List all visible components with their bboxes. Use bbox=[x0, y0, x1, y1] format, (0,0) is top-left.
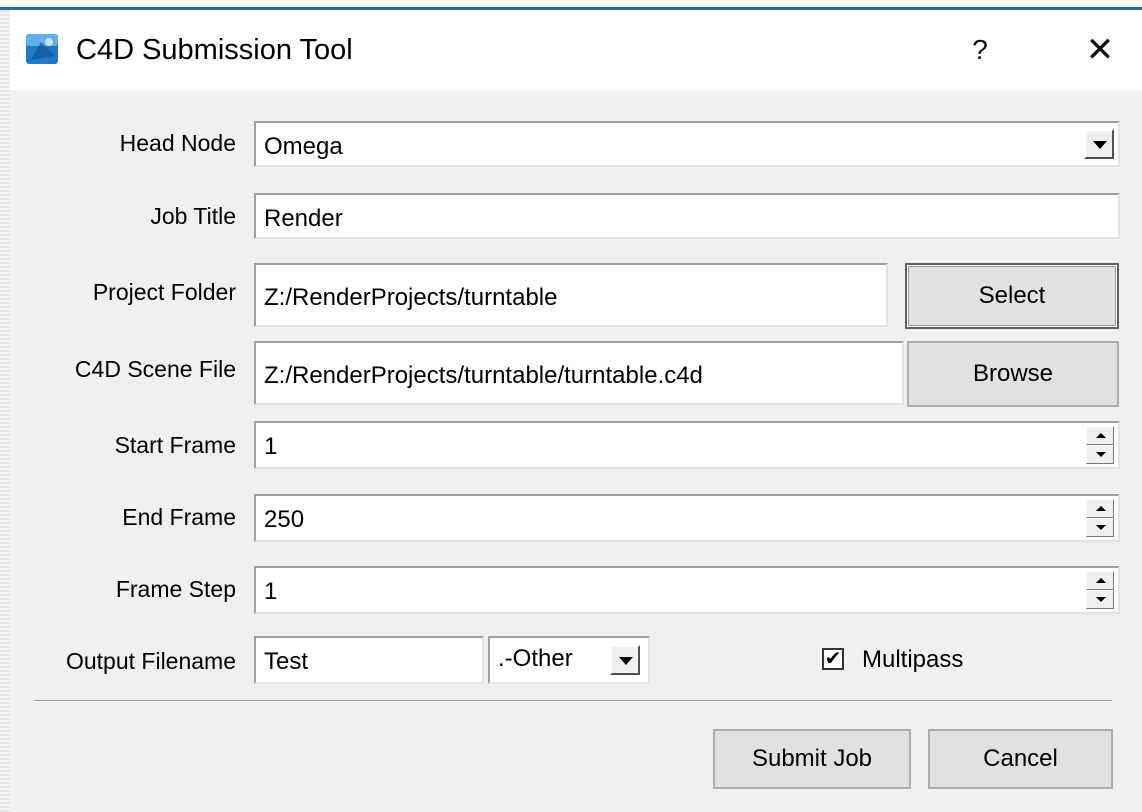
browse-button[interactable]: Browse bbox=[907, 341, 1119, 407]
frame-step-label: Frame Step bbox=[115, 576, 236, 602]
end-frame-value: 250 bbox=[264, 506, 305, 533]
start-frame-increment[interactable] bbox=[1086, 426, 1114, 445]
project-folder-label: Project Folder bbox=[92, 279, 236, 305]
start-frame-decrement[interactable] bbox=[1086, 445, 1114, 464]
head-node-label: Head Node bbox=[119, 130, 236, 156]
start-frame-value: 1 bbox=[264, 433, 278, 460]
scene-file-input[interactable]: Z:/RenderProjects/turntable/turntable.c4… bbox=[254, 341, 904, 405]
end-frame-increment[interactable] bbox=[1086, 499, 1114, 518]
window-top-border bbox=[0, 0, 1142, 10]
spinner-arrows-icon[interactable] bbox=[1086, 571, 1114, 609]
spinner-arrows-icon[interactable] bbox=[1086, 499, 1114, 537]
output-format-value: .-Other bbox=[498, 645, 573, 672]
cancel-button[interactable]: Cancel bbox=[928, 729, 1113, 789]
frame-step-increment[interactable] bbox=[1086, 571, 1114, 590]
frame-step-spinbox[interactable]: 1 bbox=[254, 566, 1120, 614]
chevron-down-icon[interactable] bbox=[610, 645, 640, 675]
divider bbox=[34, 700, 1112, 702]
job-title-label: Job Title bbox=[150, 203, 236, 229]
select-button[interactable]: Select bbox=[905, 263, 1119, 329]
output-filename-label: Output Filename bbox=[65, 648, 236, 674]
scene-file-value: Z:/RenderProjects/turntable/turntable.c4… bbox=[264, 362, 703, 389]
submit-job-button[interactable]: Submit Job bbox=[713, 729, 911, 789]
c4d-app-icon bbox=[26, 34, 58, 64]
question-mark-icon[interactable]: ? bbox=[950, 24, 1010, 76]
head-node-dropdown[interactable]: Omega bbox=[254, 121, 1120, 167]
end-frame-label: End Frame bbox=[122, 504, 236, 530]
window-left-edge bbox=[0, 10, 10, 812]
title-bar[interactable]: C4D Submission Tool ? ✕ bbox=[10, 10, 1142, 90]
output-format-dropdown[interactable]: .-Other bbox=[488, 636, 650, 684]
submission-dialog: C4D Submission Tool ? ✕ Head Node Omega … bbox=[0, 0, 1142, 812]
start-frame-label: Start Frame bbox=[114, 432, 236, 458]
output-filename-value: Test bbox=[264, 648, 309, 675]
job-title-input[interactable]: Render bbox=[254, 193, 1120, 239]
multipass-checkbox[interactable]: ✔ bbox=[822, 648, 844, 670]
project-folder-value: Z:/RenderProjects/turntable bbox=[264, 284, 558, 311]
scene-file-label: C4D Scene File bbox=[74, 356, 236, 382]
start-frame-spinbox[interactable]: 1 bbox=[254, 421, 1120, 469]
end-frame-spinbox[interactable]: 250 bbox=[254, 494, 1120, 542]
frame-step-value: 1 bbox=[264, 578, 278, 605]
close-icon[interactable]: ✕ bbox=[1070, 24, 1130, 76]
output-filename-input[interactable]: Test bbox=[254, 636, 484, 684]
job-title-value: Render bbox=[264, 205, 343, 232]
spinner-arrows-icon[interactable] bbox=[1086, 426, 1114, 464]
frame-step-decrement[interactable] bbox=[1086, 590, 1114, 609]
project-folder-input[interactable]: Z:/RenderProjects/turntable bbox=[254, 263, 888, 327]
multipass-label[interactable]: Multipass bbox=[862, 645, 963, 675]
window-title: C4D Submission Tool bbox=[76, 34, 353, 66]
end-frame-decrement[interactable] bbox=[1086, 518, 1114, 537]
head-node-value: Omega bbox=[264, 133, 343, 160]
checkmark-icon: ✔ bbox=[824, 648, 842, 670]
chevron-down-icon[interactable] bbox=[1084, 129, 1114, 159]
